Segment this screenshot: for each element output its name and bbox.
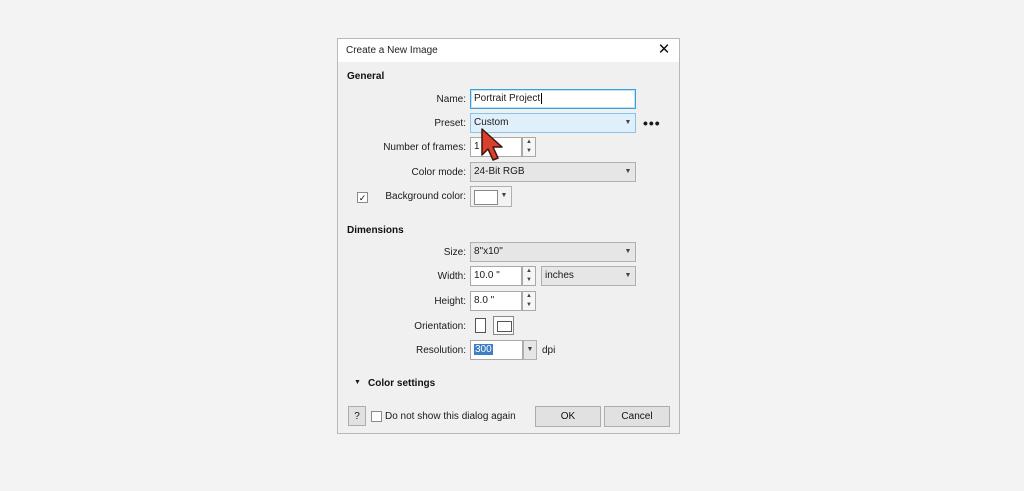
color-swatch	[474, 190, 498, 205]
chevron-down-icon: ▼	[624, 168, 632, 175]
portrait-orientation-icon[interactable]	[475, 318, 486, 333]
color-settings-expander[interactable]: Color settings	[368, 378, 435, 389]
name-input-value: Portrait Project	[474, 93, 541, 104]
spin-down-icon[interactable]: ▼	[523, 147, 535, 156]
preset-label: Preset:	[434, 118, 466, 129]
resolution-input[interactable]: 300	[470, 340, 523, 360]
expand-triangle-icon[interactable]: ▼	[354, 379, 361, 386]
background-color-picker[interactable]: ▼	[470, 186, 512, 207]
color-mode-dropdown[interactable]: 24-Bit RGB ▼	[470, 162, 636, 182]
width-input[interactable]: 10.0 "	[470, 266, 522, 286]
frames-label: Number of frames:	[383, 142, 466, 153]
dimensions-section-title: Dimensions	[347, 225, 404, 236]
color-mode-label: Color mode:	[411, 167, 466, 178]
frames-spinner[interactable]: ▲ ▼	[522, 137, 536, 157]
help-button[interactable]: ?	[348, 406, 366, 426]
units-value: inches	[545, 270, 574, 281]
chevron-down-icon: ▼	[526, 346, 534, 353]
color-mode-value: 24-Bit RGB	[474, 166, 525, 177]
spin-down-icon[interactable]: ▼	[523, 301, 535, 310]
size-value: 8"x10"	[474, 246, 503, 257]
height-value: 8.0 "	[474, 295, 495, 306]
height-input[interactable]: 8.0 "	[470, 291, 522, 311]
landscape-orientation-icon	[497, 321, 512, 332]
dont-show-checkbox[interactable]	[371, 411, 382, 422]
name-label: Name:	[436, 94, 466, 105]
width-spinner[interactable]: ▲ ▼	[522, 266, 536, 286]
landscape-orientation-button[interactable]	[493, 316, 514, 335]
name-input[interactable]: Portrait Project	[470, 89, 636, 109]
orientation-label: Orientation:	[414, 321, 466, 332]
resolution-dropdown-button[interactable]: ▼	[523, 340, 537, 360]
spin-up-icon[interactable]: ▲	[523, 138, 535, 147]
width-label: Width:	[437, 271, 466, 282]
general-section-title: General	[347, 71, 385, 82]
chevron-down-icon: ▼	[624, 248, 632, 255]
height-spinner[interactable]: ▲ ▼	[522, 291, 536, 311]
background-color-label: Background color:	[385, 191, 466, 202]
dialog-title: Create a New Image	[346, 45, 438, 56]
resolution-value: 300	[474, 344, 493, 355]
dialog-titlebar: Create a New Image ✕	[338, 39, 679, 62]
close-icon[interactable]: ✕	[655, 41, 673, 59]
units-dropdown[interactable]: inches ▼	[541, 266, 636, 286]
height-label: Height:	[434, 296, 466, 307]
size-label: Size:	[443, 247, 466, 258]
more-options-icon[interactable]: •••	[643, 116, 661, 130]
spin-down-icon[interactable]: ▼	[523, 276, 535, 285]
spin-up-icon[interactable]: ▲	[523, 267, 535, 276]
chevron-down-icon: ▼	[624, 119, 632, 126]
cancel-button[interactable]: Cancel	[604, 406, 670, 427]
ok-button[interactable]: OK	[535, 406, 601, 427]
mouse-cursor-icon	[481, 128, 503, 161]
spin-up-icon[interactable]: ▲	[523, 292, 535, 301]
size-dropdown[interactable]: 8"x10" ▼	[470, 242, 636, 262]
resolution-label: Resolution:	[415, 345, 466, 356]
chevron-down-icon: ▼	[500, 192, 508, 199]
width-value: 10.0 "	[474, 270, 500, 281]
chevron-down-icon: ▼	[624, 272, 632, 279]
dont-show-label: Do not show this dialog again	[385, 411, 516, 422]
resolution-unit: dpi	[542, 345, 556, 356]
create-new-image-dialog: Create a New Image ✕ General Name: Portr…	[337, 38, 680, 434]
